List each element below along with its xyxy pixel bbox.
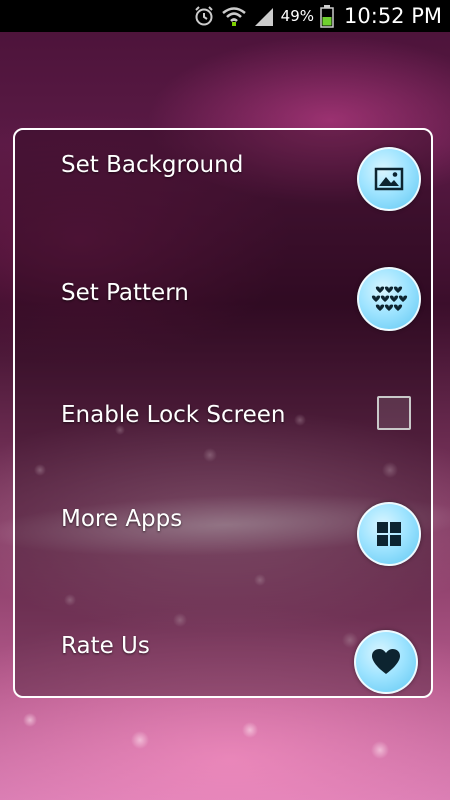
- wifi-icon: [221, 5, 247, 27]
- heart-icon: [354, 630, 418, 694]
- image-icon: [357, 147, 421, 211]
- menu-item-set-pattern[interactable]: Set Pattern: [15, 242, 431, 352]
- clock: 10:52 PM: [344, 4, 442, 28]
- more-apps-label: More Apps: [61, 506, 183, 532]
- menu-panel: Set Background Set Pattern Enable Lock S…: [13, 128, 433, 698]
- set-background-label: Set Background: [61, 152, 244, 178]
- signal-icon: [253, 5, 275, 27]
- menu-item-enable-lock-screen[interactable]: Enable Lock Screen: [15, 364, 431, 474]
- menu-item-rate-us[interactable]: Rate Us: [15, 600, 431, 710]
- hearts-pattern-icon: [357, 267, 421, 331]
- battery-icon: [320, 4, 334, 28]
- lock-screen-checkbox[interactable]: [377, 396, 411, 430]
- battery-percent: 49%: [280, 7, 315, 25]
- alarm-icon: [193, 5, 215, 27]
- set-pattern-label: Set Pattern: [61, 280, 189, 306]
- menu-item-set-background[interactable]: Set Background: [15, 130, 431, 240]
- grid-icon: [357, 502, 421, 566]
- status-icons: 49% 10:52 PM: [193, 0, 442, 32]
- status-bar: 49% 10:52 PM: [0, 0, 450, 32]
- enable-lock-screen-label: Enable Lock Screen: [61, 402, 286, 428]
- rate-us-label: Rate Us: [61, 633, 150, 659]
- menu-item-more-apps[interactable]: More Apps: [15, 480, 431, 590]
